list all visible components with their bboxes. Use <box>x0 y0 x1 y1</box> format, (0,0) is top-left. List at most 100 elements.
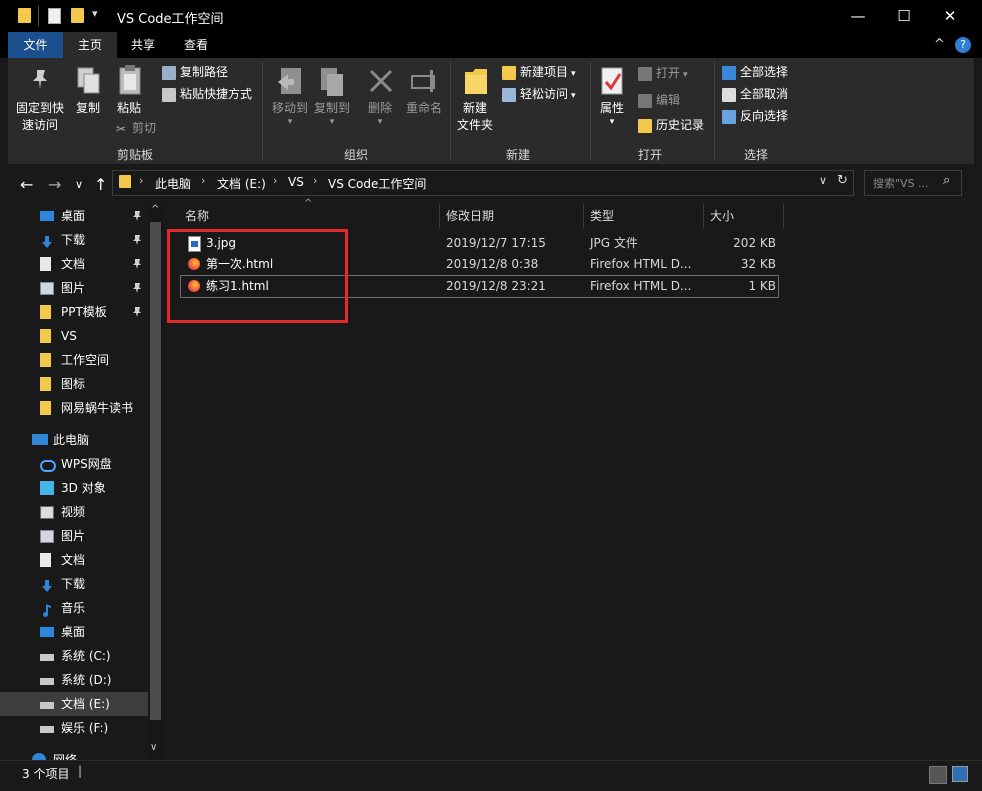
history-button[interactable]: 历史记录 <box>638 116 704 134</box>
paste-button[interactable]: 粘贴 <box>111 100 147 116</box>
move-to-dropdown[interactable]: ▾ <box>266 114 314 130</box>
sidebar-item[interactable]: 图片 <box>0 276 148 300</box>
collapse-ribbon-icon[interactable]: ^ <box>934 37 945 52</box>
breadcrumb-current-folder[interactable]: VS Code工作空间 <box>328 175 426 192</box>
address-dropdown[interactable]: ∨ <box>819 174 827 187</box>
edit-button[interactable]: 编辑 <box>638 91 680 109</box>
nav-scrollbar-thumb[interactable] <box>150 222 161 720</box>
properties-dropdown[interactable]: ▾ <box>592 114 632 130</box>
paste-shortcut-button[interactable]: 粘贴快捷方式 <box>162 85 252 103</box>
sidebar-item[interactable]: PPT模板 <box>0 300 148 324</box>
properties-quick-icon[interactable] <box>48 8 61 24</box>
large-icons-view-icon[interactable] <box>952 766 968 782</box>
column-divider[interactable] <box>439 204 440 228</box>
sidebar-item[interactable]: 网易蜗牛读书 <box>0 396 148 420</box>
sidebar-item[interactable]: WPS网盘 <box>0 452 148 476</box>
sidebar-item[interactable]: 视频 <box>0 500 148 524</box>
recent-locations-button[interactable]: ∨ <box>75 178 83 191</box>
minimize-button[interactable]: — <box>835 0 881 32</box>
video-icon <box>40 506 54 519</box>
search-box[interactable]: 搜索"VS ... ⌕ <box>864 170 962 196</box>
pinned-icon[interactable] <box>132 252 142 279</box>
sidebar-item[interactable]: 文档 <box>0 548 148 572</box>
scroll-down-button[interactable]: ∨ <box>150 742 157 753</box>
help-icon[interactable]: ? <box>955 37 971 53</box>
sidebar-item[interactable]: 系统 (C:) <box>0 644 148 668</box>
column-header-modified[interactable]: 修改日期 <box>446 204 494 228</box>
sidebar-item[interactable]: 下载 <box>0 228 148 252</box>
tab-file[interactable]: 文件 <box>8 32 63 58</box>
column-header-size[interactable]: 大小 <box>710 204 734 228</box>
new-folder-label-1[interactable]: 新建 <box>453 100 497 116</box>
sidebar-item[interactable]: 系统 (D:) <box>0 668 148 692</box>
tab-home[interactable]: 主页 <box>63 32 117 58</box>
forward-button[interactable]: → <box>48 175 61 194</box>
column-divider[interactable] <box>703 204 704 228</box>
window-title: VS Code工作空间 <box>117 12 224 27</box>
sidebar-item[interactable]: 3D 对象 <box>0 476 148 500</box>
rename-button[interactable]: 重命名 <box>402 100 446 116</box>
sidebar-item[interactable]: 下载 <box>0 572 148 596</box>
breadcrumb-separator[interactable]: › <box>313 174 317 187</box>
title-bar: ▾ VS Code工作空间 — ☐ ✕ <box>0 0 982 32</box>
new-folder-quick-icon[interactable] <box>71 8 84 23</box>
breadcrumb-separator[interactable]: › <box>201 174 205 187</box>
copy-button[interactable]: 复制 <box>70 100 106 116</box>
sidebar-item[interactable]: 桌面 <box>0 620 148 644</box>
column-divider[interactable] <box>783 204 784 228</box>
pinned-icon[interactable] <box>132 276 142 303</box>
sidebar-item[interactable]: 文档 <box>0 252 148 276</box>
sidebar-item[interactable]: 此电脑 <box>0 428 148 452</box>
sidebar-item[interactable]: 图标 <box>0 372 148 396</box>
pinned-icon[interactable] <box>132 300 142 327</box>
close-button[interactable]: ✕ <box>927 0 973 32</box>
breadcrumb-separator[interactable]: › <box>139 174 143 187</box>
new-item-button[interactable]: 新建项目 ▾ <box>502 63 576 81</box>
easy-access-dropdown: ▾ <box>571 91 576 101</box>
pinned-icon[interactable] <box>132 228 142 255</box>
select-all-button[interactable]: 全部选择 <box>722 63 788 81</box>
details-view-icon[interactable] <box>929 766 947 784</box>
back-button[interactable]: ← <box>20 175 33 194</box>
pin-quick-access-label-2[interactable]: 速访问 <box>14 117 66 133</box>
cut-button[interactable]: ✂ 剪切 <box>114 119 156 137</box>
cloud-icon <box>40 460 56 472</box>
sidebar-item[interactable]: 图片 <box>0 524 148 548</box>
sidebar-item[interactable]: 工作空间 <box>0 348 148 372</box>
breadcrumb-drive-e[interactable]: 文档 (E:) <box>217 175 266 192</box>
column-header-type[interactable]: 类型 <box>590 204 614 228</box>
pin-quick-access-label-1[interactable]: 固定到快 <box>14 100 66 116</box>
refresh-button[interactable]: ↻ <box>837 173 848 188</box>
column-divider[interactable] <box>583 204 584 228</box>
sidebar-item[interactable]: 网络 <box>0 748 148 760</box>
sidebar-item[interactable]: 文档 (E:) <box>0 692 148 716</box>
easy-access-button[interactable]: 轻松访问 ▾ <box>502 85 576 103</box>
sidebar-item[interactable]: 音乐 <box>0 596 148 620</box>
select-none-button[interactable]: 全部取消 <box>722 85 788 103</box>
sidebar-item[interactable]: 桌面 <box>0 204 148 228</box>
address-bar[interactable]: › 此电脑 › 文档 (E:) › VS › VS Code工作空间 ∨ ↻ <box>112 170 854 196</box>
tab-view[interactable]: 查看 <box>169 32 223 58</box>
maximize-button[interactable]: ☐ <box>881 0 927 32</box>
scissors-icon: ✂ <box>115 121 127 136</box>
new-folder-label-2[interactable]: 文件夹 <box>453 117 497 133</box>
tab-share[interactable]: 共享 <box>117 32 169 58</box>
copy-to-dropdown[interactable]: ▾ <box>310 114 354 130</box>
delete-dropdown[interactable]: ▾ <box>362 114 398 130</box>
column-header-name[interactable]: 名称 <box>185 204 209 228</box>
quick-access-dropdown[interactable]: ▾ <box>92 7 98 20</box>
sidebar-item[interactable]: VS <box>0 324 148 348</box>
scroll-up-button[interactable]: ^ <box>151 204 159 215</box>
breadcrumb-separator[interactable]: › <box>273 174 277 187</box>
sidebar-item-label: PPT模板 <box>61 305 107 319</box>
breadcrumb-vs[interactable]: VS <box>288 175 304 189</box>
sidebar-item[interactable]: 娱乐 (F:) <box>0 716 148 740</box>
search-icon[interactable]: ⌕ <box>943 173 950 188</box>
breadcrumb-this-pc[interactable]: 此电脑 <box>155 175 191 192</box>
search-input[interactable]: 搜索"VS ... <box>873 175 929 191</box>
up-button[interactable]: ↑ <box>94 175 107 194</box>
pinned-icon[interactable] <box>132 204 142 231</box>
open-button[interactable]: 打开 ▾ <box>638 64 688 82</box>
copy-path-button[interactable]: 复制路径 <box>162 63 228 81</box>
invert-selection-button[interactable]: 反向选择 <box>722 107 788 125</box>
